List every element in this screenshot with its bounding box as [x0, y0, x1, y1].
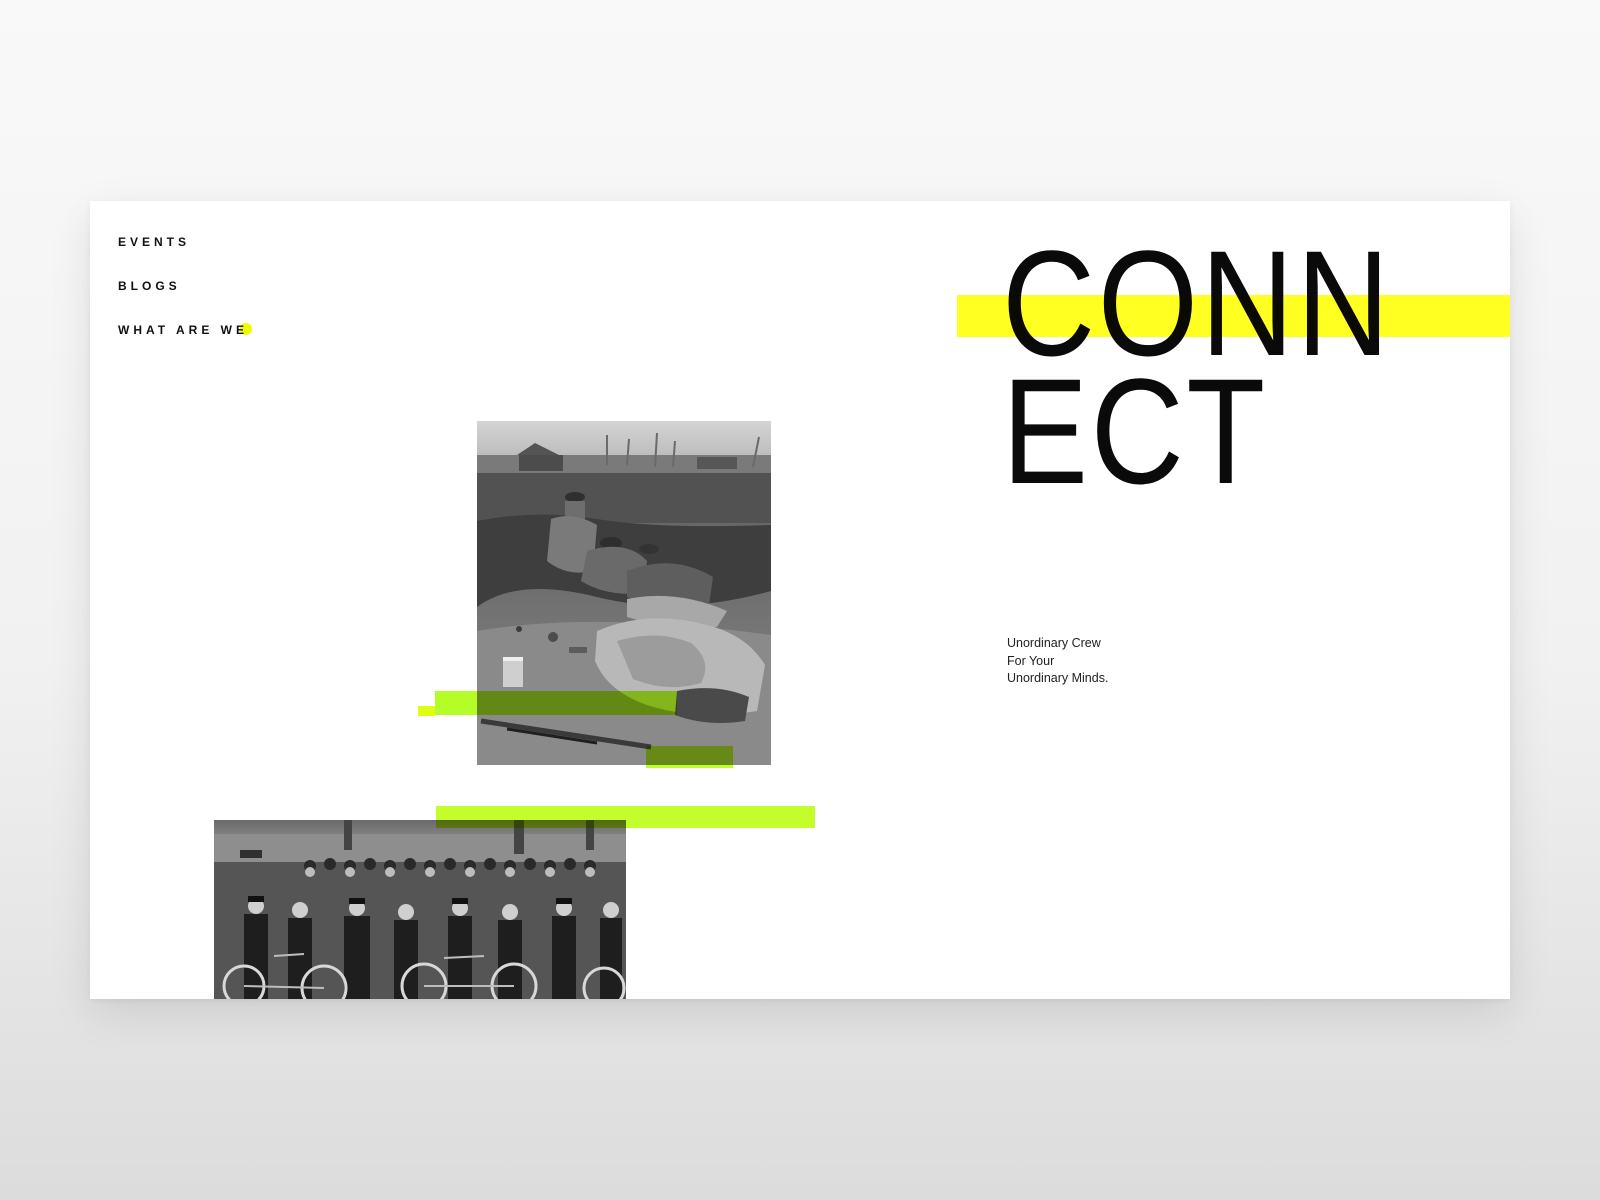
hero-title: CONN ECT [1002, 228, 1392, 506]
tagline: Unordinary Crew For Your Unordinary Mind… [1007, 635, 1108, 688]
nav-what-are-we-link[interactable]: WHAT ARE WE [118, 322, 252, 337]
highlight-stripe [646, 746, 733, 768]
main-nav: EVENTS BLOGS WHAT ARE WE [118, 235, 252, 367]
cyclists-photo [214, 820, 626, 999]
nav-what-are-we-label: WHAT ARE WE [118, 323, 248, 337]
nav-blogs-label: BLOGS [118, 279, 181, 293]
highlight-stripe [418, 706, 435, 716]
nav-events-label: EVENTS [118, 235, 191, 249]
highlight-stripe [435, 691, 677, 715]
tagline-line1: Unordinary Crew [1007, 636, 1101, 650]
nav-events-link[interactable]: EVENTS [118, 235, 252, 249]
hero-highlight-band [957, 295, 1510, 337]
nav-blogs-link[interactable]: BLOGS [118, 279, 252, 293]
tagline-line2: For Your [1007, 653, 1055, 668]
highlight-dot [240, 322, 252, 335]
highlight-stripe [436, 806, 815, 828]
tagline-line3: Unordinary Minds. [1007, 671, 1109, 685]
website-frame: EVENTS BLOGS WHAT ARE WE ECT Unordinary … [90, 201, 1510, 999]
